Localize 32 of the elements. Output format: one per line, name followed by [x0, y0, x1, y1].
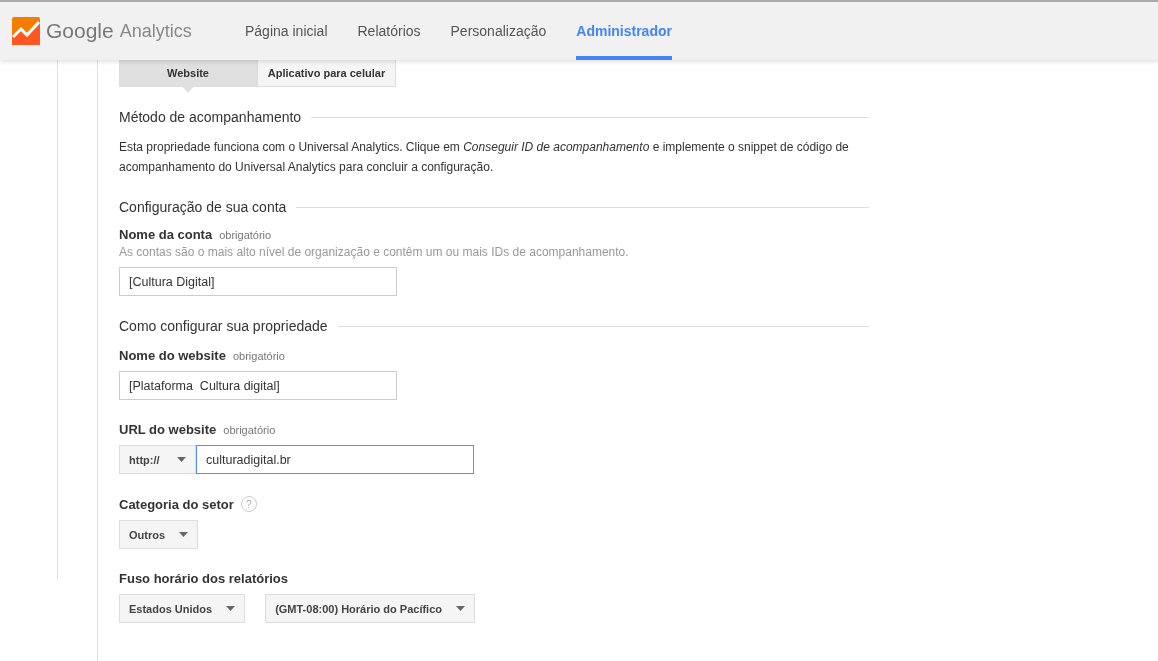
nav-tab[interactable]: Personalização	[450, 2, 547, 60]
url-field[interactable]: culturadigital.br	[196, 445, 474, 474]
section-title: Como configurar sua propriedade	[119, 318, 328, 334]
caret-icon	[226, 606, 236, 611]
dropdown[interactable]: http://	[119, 445, 196, 474]
field-hint: As contas são o mais alto nível de organização e contêm um ou mais IDs de acompanhamento.	[119, 245, 630, 259]
chart-logo-icon	[12, 17, 40, 45]
field-label: Fuso horário dos relatórios	[119, 571, 289, 586]
required-note: obrigatório	[223, 423, 276, 436]
nav-tab[interactable]: Relatórios	[357, 2, 421, 60]
tab[interactable]: Aplicativo para celular	[257, 60, 396, 87]
nav-tab[interactable]: Página inicial	[245, 2, 328, 60]
dropdown[interactable]: Estados Unidos	[119, 594, 246, 623]
text-field[interactable]: [Cultura Digital]	[119, 267, 397, 296]
logo-text: Google	[46, 19, 114, 43]
caret-icon	[177, 457, 186, 462]
section-title: Método de acompanhamento	[119, 109, 302, 125]
dropdown[interactable]: (GMT-08:00) Horário do Pacífico	[265, 594, 475, 623]
section-title: Configuração de sua conta	[119, 199, 287, 215]
field-label: URL do website	[119, 422, 217, 437]
description-text: Esta propriedade funciona com o Universal Analytics. Clique em Conseguir ID de acompanhamento e implemente o snippet de código de acompanhamento do Universal Analytics para concluir a configuração.	[119, 139, 850, 176]
tab-pointer	[182, 86, 194, 93]
required-note: obrigatório	[219, 228, 272, 241]
required-note: obrigatório	[232, 349, 285, 362]
field-label: Categoria do setor	[119, 496, 234, 512]
product-name: Analytics	[119, 20, 192, 42]
field-label: Nome do website	[119, 348, 226, 363]
dropdown[interactable]: Outros	[119, 520, 199, 549]
field-label: Nome da conta	[119, 227, 213, 242]
caret-icon	[456, 606, 465, 611]
caret-icon	[179, 532, 189, 537]
text-field[interactable]: [Plataforma Cultura digital]	[119, 371, 397, 400]
